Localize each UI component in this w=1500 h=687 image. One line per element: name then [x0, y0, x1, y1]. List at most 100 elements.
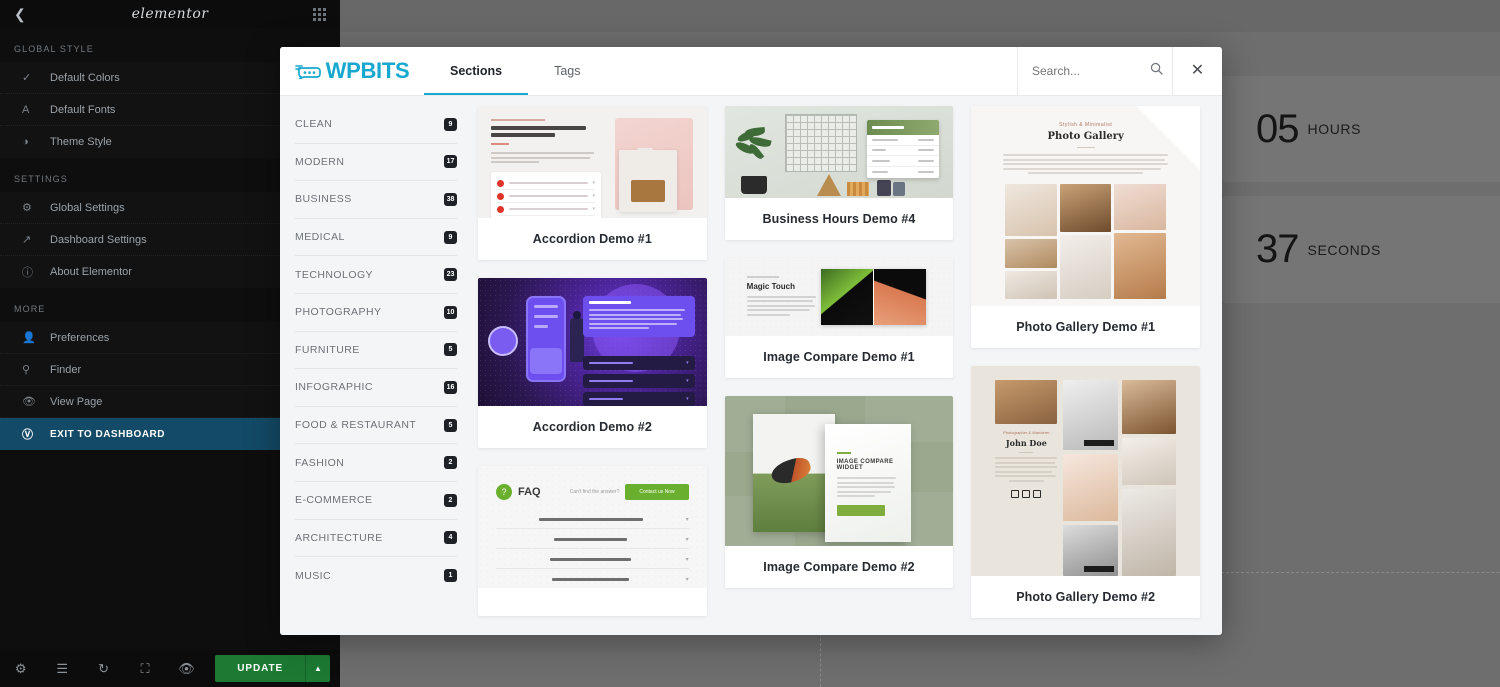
template-thumbnail: Magic Touch: [724, 258, 954, 336]
wpbits-logo-icon: [294, 65, 321, 79]
sidebar-item-label: Theme Style: [50, 136, 112, 148]
template-card-image-compare-demo-1[interactable]: Magic Touch Image Compare Demo #1: [724, 258, 954, 378]
countdown-hours-box[interactable]: 05 HOURS: [1220, 76, 1500, 182]
canvas-top-strip: [340, 0, 1500, 32]
template-card-image-compare-demo-2[interactable]: IMAGE COMPARE WIDGET Image Compare Demo …: [724, 396, 954, 588]
tab-tags[interactable]: Tags: [528, 47, 606, 95]
sidebar-item-label: About Elementor: [50, 266, 132, 278]
category-count-badge: 9: [444, 230, 457, 244]
countdown-hours-value: 05: [1256, 106, 1299, 151]
countdown-hours-label: HOURS: [1307, 121, 1362, 137]
category-count-badge: 4: [444, 531, 457, 545]
search-input[interactable]: [1032, 64, 1142, 78]
category-item-infographic[interactable]: INFOGRAPHIC 16: [295, 369, 457, 407]
search-icon: ⚲: [22, 364, 31, 376]
category-label: TECHNOLOGY: [295, 268, 374, 281]
category-label: CLEAN: [295, 118, 333, 131]
template-column-1: ▾ ▾ ▾ ▾: [478, 106, 707, 635]
template-card-accordion-demo-1[interactable]: ▾ ▾ ▾ ▾: [478, 106, 707, 260]
tab-sections[interactable]: Sections: [424, 47, 529, 95]
category-label: MODERN: [295, 155, 345, 168]
template-thumbnail: [724, 106, 954, 198]
countdown-seconds-box[interactable]: 37 SECONDS: [1220, 196, 1500, 303]
close-icon: ✕: [1190, 62, 1205, 79]
brush-icon: ✓: [22, 72, 32, 84]
category-count-badge: 38: [444, 192, 457, 206]
history-icon[interactable]: ↻: [83, 661, 124, 677]
template-card-photo-gallery-demo-2[interactable]: Photographer & Wanderer John Doe Photo G…: [971, 366, 1201, 618]
info-icon: ⓘ: [22, 267, 33, 279]
panel-header: ❮ elementor: [0, 0, 340, 28]
category-item-furniture[interactable]: FURNITURE 5: [295, 332, 457, 370]
template-title: Accordion Demo #1: [532, 232, 652, 246]
template-column-3: Stylish & Minimalist Photo Gallery Photo…: [971, 106, 1201, 635]
template-card-business-hours-demo-4[interactable]: Business Hours Demo #4: [724, 106, 954, 240]
category-item-clean[interactable]: CLEAN 9: [295, 106, 457, 144]
category-label: FASHION: [295, 456, 345, 469]
template-title: Photo Gallery Demo #2: [1016, 590, 1156, 604]
wpbits-library-modal: WPBITS Sections Tags Search... ✕ CLEAN 9…: [280, 47, 1222, 635]
header-spacer: [607, 47, 1017, 95]
category-item-technology[interactable]: TECHNOLOGY 23: [295, 256, 457, 294]
sidebar-item-label: Preferences: [50, 331, 110, 344]
preview-eye-icon[interactable]: 👁: [166, 661, 207, 677]
category-list[interactable]: CLEAN 9 MODERN 17 BUSINESS 38 MEDICAL 9 …: [280, 96, 472, 635]
category-count-badge: 2: [444, 493, 457, 507]
sliders-icon: ⚙: [22, 202, 32, 214]
category-label: FOOD & RESTAURANT: [295, 419, 417, 432]
category-item-photography[interactable]: PHOTOGRAPHY 10: [295, 294, 457, 332]
category-item-music[interactable]: MUSIC 1: [295, 557, 457, 595]
modal-close-button[interactable]: ✕: [1172, 47, 1222, 95]
category-item-business[interactable]: BUSINESS 38: [295, 181, 457, 219]
category-count-badge: 1: [444, 569, 457, 583]
category-count-badge: 16: [444, 380, 457, 394]
search-icon[interactable]: [1150, 62, 1163, 80]
sidebar-item-label: Default Fonts: [50, 103, 116, 116]
external-link-icon: ↗: [22, 234, 32, 246]
tab-label: Tags: [554, 64, 581, 78]
template-grid[interactable]: ▾ ▾ ▾ ▾: [472, 96, 1222, 635]
template-thumbnail: IMAGE COMPARE WIDGET: [724, 396, 954, 546]
category-count-badge: 5: [444, 418, 457, 432]
template-thumbnail: ▾ ▾ ▾: [478, 278, 707, 406]
settings-gear-icon[interactable]: ⚙: [0, 661, 41, 677]
template-thumbnail: Stylish & Minimalist Photo Gallery: [971, 106, 1201, 306]
template-thumbnail: ? FAQ Can't find the answer? Contact us …: [478, 466, 707, 588]
template-thumbnail: Photographer & Wanderer John Doe: [971, 366, 1201, 576]
countdown-seconds-label: SECONDS: [1307, 241, 1381, 258]
category-item-modern[interactable]: MODERN 17: [295, 144, 457, 182]
category-item-fashion[interactable]: FASHION 2: [295, 444, 457, 482]
category-count-badge: 10: [444, 305, 457, 319]
category-count-badge: 17: [444, 155, 457, 169]
template-title: Image Compare Demo #1: [763, 350, 915, 364]
category-label: FURNITURE: [295, 343, 360, 356]
thumb-heading: IMAGE COMPARE WIDGET: [836, 459, 894, 471]
category-item-e-commerce[interactable]: E-COMMERCE 2: [295, 482, 457, 520]
category-count-badge: 2: [444, 456, 457, 470]
category-count-badge: 9: [444, 117, 457, 131]
modal-tabs: Sections Tags: [424, 47, 607, 95]
category-label: MEDICAL: [295, 231, 345, 244]
template-card-accordion-demo-2[interactable]: ▾ ▾ ▾ Accordion Demo #2: [478, 278, 707, 448]
category-count-badge: 5: [444, 343, 457, 357]
wordpress-icon: Ⓥ: [22, 429, 34, 441]
template-column-2: Business Hours Demo #4 Magic Touch Image…: [724, 106, 954, 635]
category-item-food-restaurant[interactable]: FOOD & RESTAURANT 5: [295, 407, 457, 445]
question-mark-icon: ?: [496, 484, 512, 500]
sidebar-item-label: EXIT TO DASHBOARD: [50, 428, 165, 440]
category-item-medical[interactable]: MEDICAL 9: [295, 219, 457, 257]
category-label: ARCHITECTURE: [295, 531, 383, 544]
template-title: Accordion Demo #2: [532, 420, 652, 434]
apps-grid-icon[interactable]: [313, 8, 326, 21]
layers-icon[interactable]: ☰: [41, 661, 82, 677]
template-card-faq[interactable]: ? FAQ Can't find the answer? Contact us …: [478, 466, 707, 616]
responsive-mode-icon[interactable]: ⛶: [124, 661, 165, 677]
contrast-icon: ◑: [22, 136, 29, 148]
caret-up-icon[interactable]: ▲: [305, 655, 330, 682]
template-card-photo-gallery-demo-1[interactable]: Stylish & Minimalist Photo Gallery Photo…: [971, 106, 1201, 348]
category-item-architecture[interactable]: ARCHITECTURE 4: [295, 520, 457, 558]
screen: 05 HOURS 37 SECONDS ✕ ❮ elementor GLOBAL…: [0, 0, 1500, 687]
sidebar-item-label: View Page: [50, 395, 103, 408]
update-button[interactable]: UPDATE: [215, 655, 306, 682]
template-title: [478, 588, 707, 616]
